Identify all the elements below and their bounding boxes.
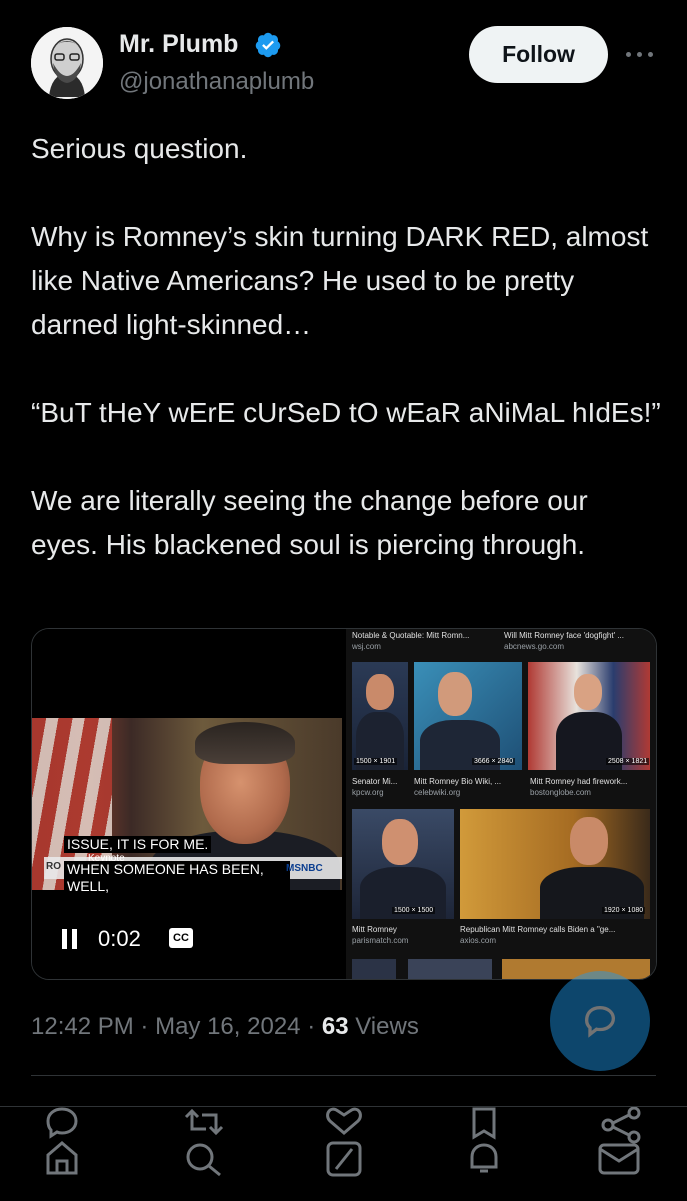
man-hair — [195, 722, 295, 764]
result-source[interactable]: axios.com — [460, 936, 496, 945]
result-source[interactable]: kpcw.org — [352, 788, 384, 797]
avatar[interactable] — [31, 27, 103, 99]
image-thumbnail[interactable]: 1500 × 1901 — [352, 662, 408, 770]
image-thumbnail[interactable]: 1500 × 1500 — [352, 809, 454, 919]
views-count: 63 — [321, 1013, 349, 1040]
bottom-bar — [0, 1106, 687, 1201]
tweet-text: Serious question. Why is Romney’s skin t… — [31, 133, 661, 560]
home-icon[interactable] — [40, 1107, 84, 1177]
image-dimensions: 2508 × 1821 — [606, 758, 650, 765]
result-source[interactable]: wsj.com — [352, 642, 381, 651]
result-source[interactable]: celebwiki.org — [414, 788, 460, 797]
tweet-metadata: 12:42 PM · May 16, 2024 · 63 Views — [31, 1013, 419, 1041]
result-title[interactable]: Mitt Romney had firework... — [530, 777, 627, 786]
search-icon[interactable] — [180, 1107, 228, 1177]
result-title[interactable]: Notable & Quotable: Mitt Romn... — [352, 631, 469, 640]
tweet-date[interactable]: May 16, 2024 — [155, 1013, 300, 1040]
image-thumbnail[interactable] — [352, 959, 396, 979]
image-thumbnail[interactable]: 3666 × 2840 — [414, 662, 522, 770]
grok-icon[interactable] — [322, 1107, 366, 1177]
video-caption-line2: WHEN SOMEONE HAS BEEN, WELL, — [64, 861, 290, 895]
result-title[interactable]: Republican Mitt Romney calls Biden a "ge… — [460, 925, 615, 934]
divider — [31, 1075, 656, 1076]
messages-icon[interactable] — [596, 1107, 644, 1177]
result-title[interactable]: Senator Mi... — [352, 777, 397, 786]
tweet-header: Mr. Plumb @jonathanaplumb Follow — [0, 0, 687, 120]
author-handle[interactable]: @jonathanaplumb — [119, 68, 314, 96]
reply-icon — [584, 1005, 616, 1038]
image-dimensions: 3666 × 2840 — [472, 758, 516, 765]
separator: · — [307, 1013, 316, 1040]
image-thumbnail[interactable]: 1920 × 1080 — [460, 809, 650, 919]
video-caption-line1: ISSUE, IT IS FOR ME. — [64, 836, 212, 853]
author-name[interactable]: Mr. Plumb — [119, 30, 238, 59]
notifications-icon[interactable] — [462, 1107, 506, 1177]
verified-badge-icon — [255, 32, 281, 58]
caption-line3-text: WELL, — [67, 878, 110, 894]
separator: · — [140, 1013, 149, 1040]
tweet-media[interactable]: ISSUE, IT IS FOR ME. Keynote RO WHEN SOM… — [31, 628, 657, 980]
closed-captions-icon[interactable]: CC — [169, 928, 193, 948]
avatar-illustration — [31, 27, 103, 99]
result-source[interactable]: bostonglobe.com — [530, 788, 591, 797]
image-thumbnail[interactable] — [408, 959, 492, 979]
network-logo: MSNBC — [286, 863, 323, 874]
caption-line2-text: WHEN SOMEONE HAS BEEN, — [67, 861, 264, 877]
follow-button[interactable]: Follow — [469, 26, 608, 83]
video-time: 0:02 — [98, 926, 141, 951]
result-source[interactable]: parismatch.com — [352, 936, 408, 945]
image-thumbnail[interactable]: 2508 × 1821 — [528, 662, 650, 770]
image-results-grid: Notable & Quotable: Mitt Romn... wsj.com… — [346, 629, 656, 979]
result-title[interactable]: Will Mitt Romney face 'dogfight' ... — [504, 631, 624, 640]
image-dimensions: 1500 × 1500 — [392, 907, 436, 914]
views-label: Views — [355, 1013, 419, 1040]
result-title[interactable]: Mitt Romney Bio Wiki, ... — [414, 777, 501, 786]
pause-icon[interactable] — [62, 929, 78, 949]
result-source[interactable]: abcnews.go.com — [504, 642, 564, 651]
more-options-icon[interactable] — [626, 44, 656, 64]
image-dimensions: 1920 × 1080 — [602, 907, 646, 914]
result-title[interactable]: Mitt Romney — [352, 925, 397, 934]
video-player[interactable]: ISSUE, IT IS FOR ME. Keynote RO WHEN SOM… — [32, 629, 352, 979]
ro-label: RO — [46, 861, 61, 872]
reply-fab-button[interactable] — [550, 971, 650, 1071]
image-dimensions: 1500 × 1901 — [354, 758, 398, 765]
tweet-time[interactable]: 12:42 PM — [31, 1013, 134, 1040]
